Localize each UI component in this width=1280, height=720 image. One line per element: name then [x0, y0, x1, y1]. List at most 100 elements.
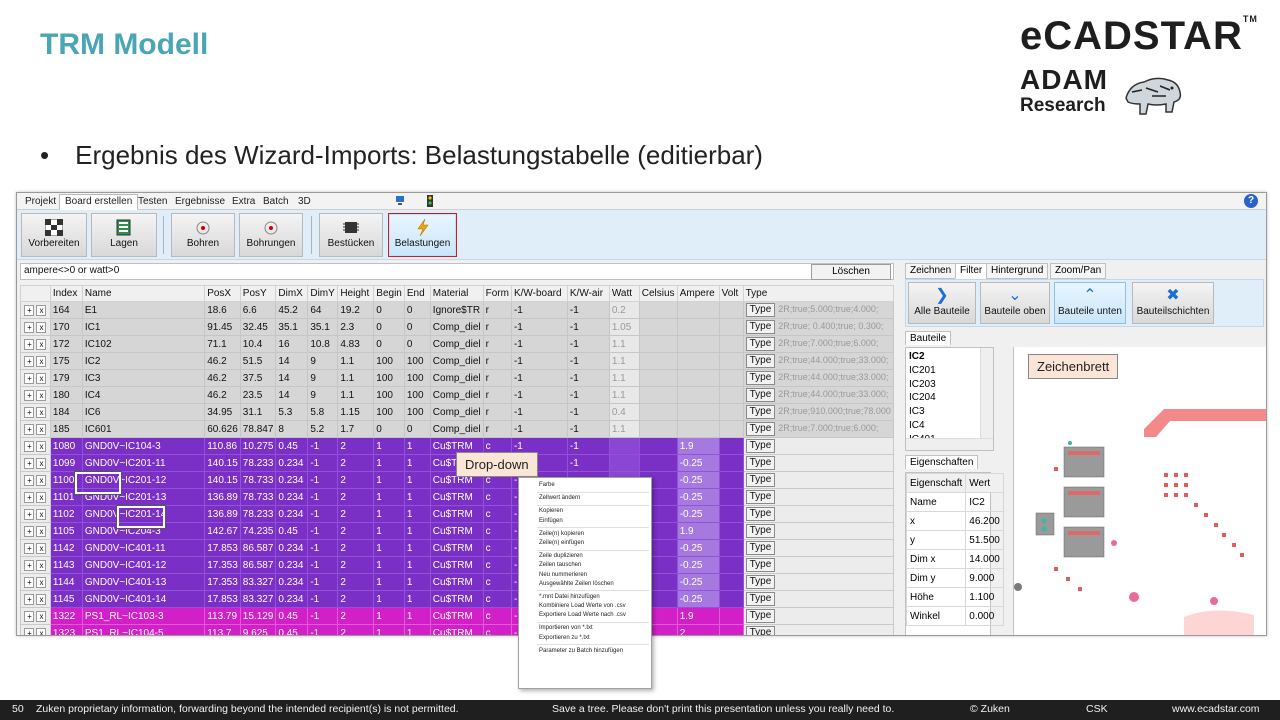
add-row-icon[interactable]: +	[24, 423, 35, 435]
menu-item[interactable]: Farbe	[519, 481, 651, 490]
table-cell[interactable]: Cu$TRM	[429, 488, 484, 506]
table-cell[interactable]: 23.5	[239, 386, 277, 404]
table-cell[interactable]: 9	[307, 369, 339, 387]
table-cell[interactable]: 1	[373, 556, 405, 574]
table-cell[interactable]: 10.275	[239, 437, 277, 455]
table-cell[interactable]: c	[482, 624, 512, 635]
table-cell[interactable]: 0	[403, 420, 431, 438]
table-cell[interactable]	[718, 420, 744, 438]
table-cell[interactable]: 100	[373, 386, 405, 404]
table-row[interactable]: + x 180 IC4 46.2 23.5 14 9 1.1 100 100 Comp_diel r -1…	[20, 386, 894, 404]
table-cell[interactable]: c	[482, 607, 512, 625]
table-cell[interactable]	[676, 318, 720, 336]
table-cell[interactable]: 1144	[49, 573, 83, 591]
type-cell[interactable]: Type	[742, 624, 894, 635]
table-cell[interactable]	[638, 352, 678, 370]
table-cell[interactable]: IC6	[81, 403, 206, 421]
table-cell[interactable]: 35.1	[307, 318, 339, 336]
table-cell[interactable]: 78.847	[239, 420, 277, 438]
column-header[interactable]: Index	[49, 285, 83, 302]
table-cell[interactable]: 100	[373, 352, 405, 370]
bauteile-oben-button[interactable]: ⌄ Bauteile oben	[980, 282, 1050, 324]
add-row-icon[interactable]: +	[24, 525, 35, 537]
table-cell[interactable]: -0.25	[676, 505, 720, 523]
prop-row-name[interactable]: Name IC2	[905, 492, 1004, 512]
table-cell[interactable]: 9	[307, 352, 339, 370]
list-item[interactable]: IC204	[909, 391, 990, 405]
table-cell[interactable]: 0	[373, 335, 405, 353]
column-header[interactable]: PosY	[239, 285, 277, 302]
table-cell[interactable]: Comp_diel	[429, 420, 484, 438]
table-cell[interactable]: -0.25	[676, 471, 720, 489]
menu-item[interactable]: *.mnt Datei hinzufügen	[519, 593, 651, 602]
table-cell[interactable]: 1	[403, 488, 431, 506]
table-cell[interactable]: 2	[337, 437, 375, 455]
vertical-scrollbar[interactable]	[980, 348, 993, 450]
type-button[interactable]: Type	[745, 490, 776, 504]
type-cell[interactable]: Type	[742, 437, 894, 455]
table-cell[interactable]: 83.327	[239, 590, 277, 608]
table-cell[interactable]: 1	[373, 471, 405, 489]
add-row-icon[interactable]: +	[24, 542, 35, 554]
table-cell[interactable]: 1080	[49, 437, 83, 455]
table-cell[interactable]	[638, 420, 678, 438]
column-header[interactable]: Height	[337, 285, 375, 302]
type-cell[interactable]: Type	[742, 590, 894, 608]
table-cell[interactable]: -1	[307, 522, 339, 540]
table-row[interactable]: + x 1144 GND0V~IC401-13 17.353 83.327 0.234 -1 2…	[20, 573, 894, 591]
table-cell[interactable]: c	[482, 573, 512, 591]
table-cell[interactable]: 51.5	[239, 352, 277, 370]
table-cell[interactable]: 1142	[49, 539, 83, 557]
type-button[interactable]: Type	[745, 422, 776, 436]
table-cell[interactable]: -1	[307, 607, 339, 625]
table-cell[interactable]: 78.733	[239, 488, 277, 506]
delete-row-icon[interactable]: x	[36, 610, 47, 622]
add-row-icon[interactable]: +	[24, 440, 35, 452]
table-cell[interactable]: 18.6	[204, 301, 241, 319]
table-cell[interactable]: 17.353	[204, 573, 241, 591]
table-cell[interactable]	[718, 471, 744, 489]
table-row[interactable]: + x 1142 GND0V~IC401-11 17.853 86.587 0.234 -1 2…	[20, 539, 894, 557]
table-cell[interactable]: 17.853	[204, 539, 241, 557]
bauteilschichten-button[interactable]: ✖ Bauteilschichten	[1132, 282, 1214, 324]
add-row-icon[interactable]: +	[24, 627, 35, 635]
table-cell[interactable]: 5.8	[307, 403, 339, 421]
menu-item[interactable]: Kopieren	[519, 507, 651, 516]
table-cell[interactable]: r	[482, 335, 512, 353]
table-cell[interactable]: Cu$TRM	[429, 607, 484, 625]
table-cell[interactable]: 2	[337, 556, 375, 574]
table-cell[interactable]: -0.25	[676, 590, 720, 608]
table-cell[interactable]: 170	[49, 318, 83, 336]
table-cell[interactable]: Comp_diel	[429, 352, 484, 370]
table-cell[interactable]: GND0V~IC401-11	[81, 539, 206, 557]
table-cell[interactable]: 14	[275, 352, 309, 370]
tab-batch[interactable]: Batch	[257, 194, 295, 210]
delete-row-icon[interactable]: x	[36, 423, 47, 435]
table-cell[interactable]: 9	[307, 386, 339, 404]
table-cell[interactable]: 2.3	[337, 318, 375, 336]
table-cell[interactable]: 86.587	[239, 539, 277, 557]
table-cell[interactable]: 1323	[49, 624, 83, 635]
bohren-button[interactable]: Bohren	[171, 213, 235, 257]
table-cell[interactable]: 5.3	[275, 403, 309, 421]
tab-board-erstellen[interactable]: Board erstellen	[59, 194, 139, 210]
table-cell[interactable]: 2	[676, 624, 720, 635]
tab-filter[interactable]: Filter	[955, 263, 988, 279]
type-button[interactable]: Type	[745, 541, 776, 555]
type-cell[interactable]: Type 2R;true;44.000;true;33.000;	[742, 386, 894, 404]
table-cell[interactable]	[638, 318, 678, 336]
table-cell[interactable]: Cu$TRM	[429, 539, 484, 557]
table-cell[interactable]: E1	[81, 301, 206, 319]
list-item[interactable]: IC203	[909, 378, 990, 392]
table-cell[interactable]: 1	[403, 607, 431, 625]
table-cell[interactable]: 100	[373, 369, 405, 387]
menu-item[interactable]: Importieren von *.txt	[519, 624, 651, 633]
table-cell[interactable]: r	[482, 403, 512, 421]
table-cell[interactable]: 71.1	[204, 335, 241, 353]
table-cell[interactable]	[638, 369, 678, 387]
table-row[interactable]: + x 1101 GND0V~IC201-13 136.89 78.733 0.234 -1 2…	[20, 488, 894, 506]
table-cell[interactable]: 0.234	[275, 488, 309, 506]
table-cell[interactable]: 0	[403, 318, 431, 336]
menu-item[interactable]: Exportieren zu *.txt	[519, 634, 651, 643]
table-cell[interactable]: Comp_diel	[429, 335, 484, 353]
